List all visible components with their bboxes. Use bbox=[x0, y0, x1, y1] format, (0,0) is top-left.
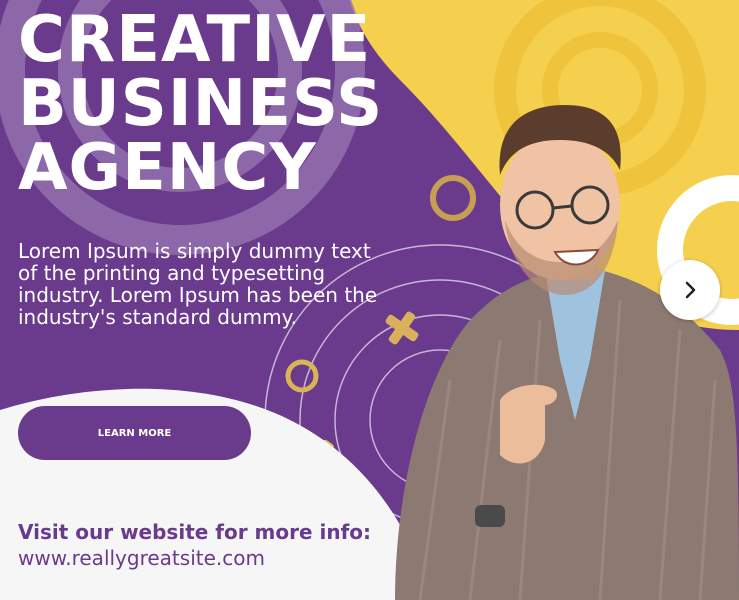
learn-more-button[interactable]: LEARN MORE bbox=[18, 406, 251, 460]
website-url[interactable]: www.reallygreatsite.com bbox=[18, 546, 265, 570]
chevron-right-icon bbox=[685, 281, 696, 299]
headline-line-1: CREATIVE bbox=[18, 3, 372, 77]
headline-line-3: AGENCY bbox=[18, 131, 317, 205]
banner-canvas: CREATIVE BUSINESS AGENCY Lorem Ipsum is … bbox=[0, 0, 739, 600]
body-paragraph: Lorem Ipsum is simply dummy text of the … bbox=[18, 239, 378, 329]
small-gold-ring-2 bbox=[285, 359, 319, 393]
glasses-bridge bbox=[552, 204, 573, 210]
small-gold-ring-1 bbox=[430, 175, 476, 221]
carousel-next-button[interactable] bbox=[660, 260, 720, 320]
headline: CREATIVE BUSINESS AGENCY bbox=[18, 8, 383, 200]
watch-shape bbox=[475, 505, 505, 527]
visit-website-text: Visit our website for more info: bbox=[18, 520, 372, 544]
headline-line-2: BUSINESS bbox=[18, 67, 384, 141]
